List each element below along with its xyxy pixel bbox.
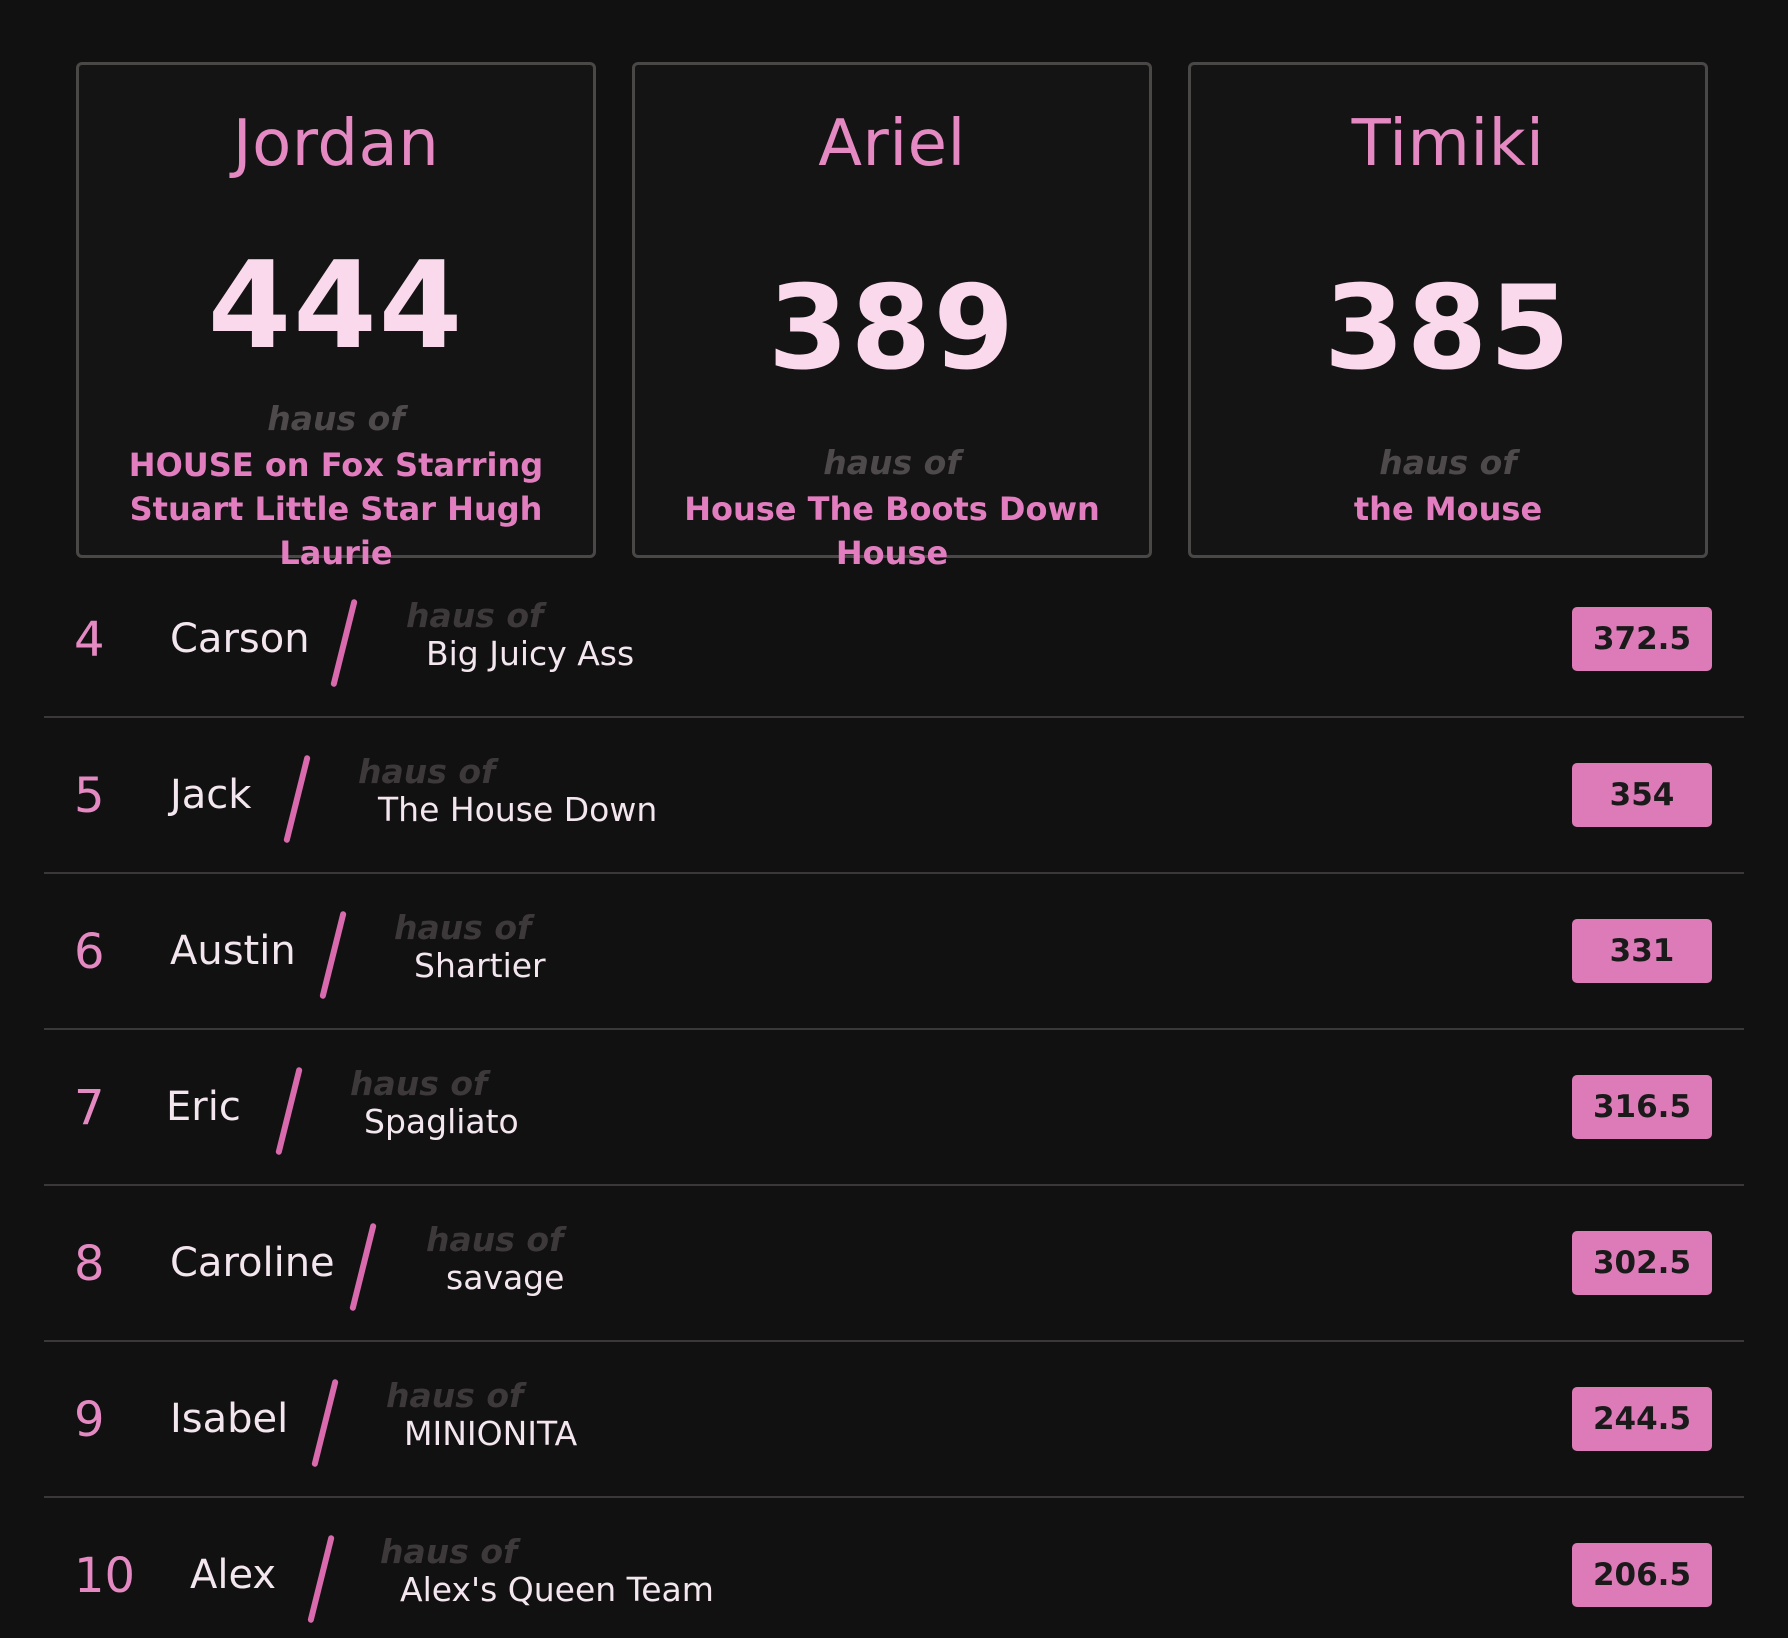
rank-number: 10 xyxy=(74,1548,136,1604)
leaderboard-row[interactable]: 8 Caroline haus of savage 302.5 xyxy=(44,1186,1744,1342)
slash-divider xyxy=(330,598,358,688)
haus-name: Alex's Queen Team xyxy=(400,1570,714,1609)
podium-haus-name: HOUSE on Fox Starring Stuart Little Star… xyxy=(128,446,544,572)
rank-number: 4 xyxy=(74,612,105,668)
haus-name: Spagliato xyxy=(364,1102,519,1141)
score-badge: 244.5 xyxy=(1572,1387,1712,1451)
haus-name: The House Down xyxy=(378,790,658,829)
haus-label: haus of xyxy=(394,908,532,947)
score-badge: 206.5 xyxy=(1572,1543,1712,1607)
score-badge: 354 xyxy=(1572,763,1712,827)
podium-card-second[interactable]: Ariel 389 haus of House The Boots Down H… xyxy=(632,62,1152,572)
rank-number: 9 xyxy=(74,1392,105,1448)
score-badge: 302.5 xyxy=(1572,1231,1712,1295)
haus-name: Shartier xyxy=(414,946,546,985)
podium-player-name: Ariel xyxy=(818,107,966,181)
haus-name: MINIONITA xyxy=(404,1414,578,1453)
leaderboard-row[interactable]: 5 Jack haus of The House Down 354 xyxy=(44,718,1744,874)
player-name: Alex xyxy=(190,1552,277,1598)
podium-player-name: Jordan xyxy=(232,107,440,181)
player-name: Isabel xyxy=(170,1396,289,1442)
podium-haus-label: haus of xyxy=(823,443,961,482)
player-name: Austin xyxy=(170,928,296,974)
leaderboard-row[interactable]: 10 Alex haus of Alex's Queen Team 206.5 xyxy=(44,1498,1744,1638)
slash-divider xyxy=(275,1066,303,1156)
haus-label: haus of xyxy=(406,596,544,635)
slash-divider xyxy=(311,1378,339,1468)
leaderboard-row[interactable]: 4 Carson haus of Big Juicy Ass 372.5 xyxy=(44,562,1744,718)
podium-card-third[interactable]: Timiki 385 haus of the Mouse xyxy=(1188,62,1708,558)
haus-name: savage xyxy=(446,1258,565,1297)
slash-divider xyxy=(283,754,311,844)
haus-label: haus of xyxy=(350,1064,488,1103)
rank-number: 5 xyxy=(74,768,105,824)
podium: Jordan 444 haus of HOUSE on Fox Starring… xyxy=(76,62,1712,572)
leaderboard-row[interactable]: 6 Austin haus of Shartier 331 xyxy=(44,874,1744,1030)
leaderboard-row[interactable]: 9 Isabel haus of MINIONITA 244.5 xyxy=(44,1342,1744,1498)
score-badge: 331 xyxy=(1572,919,1712,983)
slash-divider xyxy=(307,1534,335,1624)
podium-card-first[interactable]: Jordan 444 haus of HOUSE on Fox Starring… xyxy=(76,62,596,572)
slash-divider xyxy=(349,1222,377,1312)
leaderboard: Jordan 444 haus of HOUSE on Fox Starring… xyxy=(0,0,1788,1638)
rank-number: 6 xyxy=(74,924,105,980)
slash-divider xyxy=(319,910,347,1000)
leaderboard-row[interactable]: 7 Eric haus of Spagliato 316.5 xyxy=(44,1030,1744,1186)
player-name: Caroline xyxy=(170,1240,335,1286)
player-name: Jack xyxy=(170,772,252,818)
podium-haus-label: haus of xyxy=(1379,443,1517,482)
haus-label: haus of xyxy=(426,1220,564,1259)
score-badge: 372.5 xyxy=(1572,607,1712,671)
podium-player-name: Timiki xyxy=(1351,107,1545,181)
rank-number: 8 xyxy=(74,1236,105,1292)
haus-label: haus of xyxy=(380,1532,518,1571)
podium-player-score: 444 xyxy=(207,237,465,376)
haus-name: Big Juicy Ass xyxy=(426,634,635,673)
podium-haus-name: the Mouse xyxy=(1353,490,1543,528)
haus-label: haus of xyxy=(386,1376,524,1415)
player-name: Eric xyxy=(166,1084,241,1130)
player-name: Carson xyxy=(170,616,310,662)
podium-haus-label: haus of xyxy=(267,399,405,438)
haus-label: haus of xyxy=(358,752,496,791)
podium-player-score: 385 xyxy=(1323,261,1573,396)
podium-player-score: 389 xyxy=(767,261,1017,396)
score-badge: 316.5 xyxy=(1572,1075,1712,1139)
rank-number: 7 xyxy=(74,1080,105,1136)
